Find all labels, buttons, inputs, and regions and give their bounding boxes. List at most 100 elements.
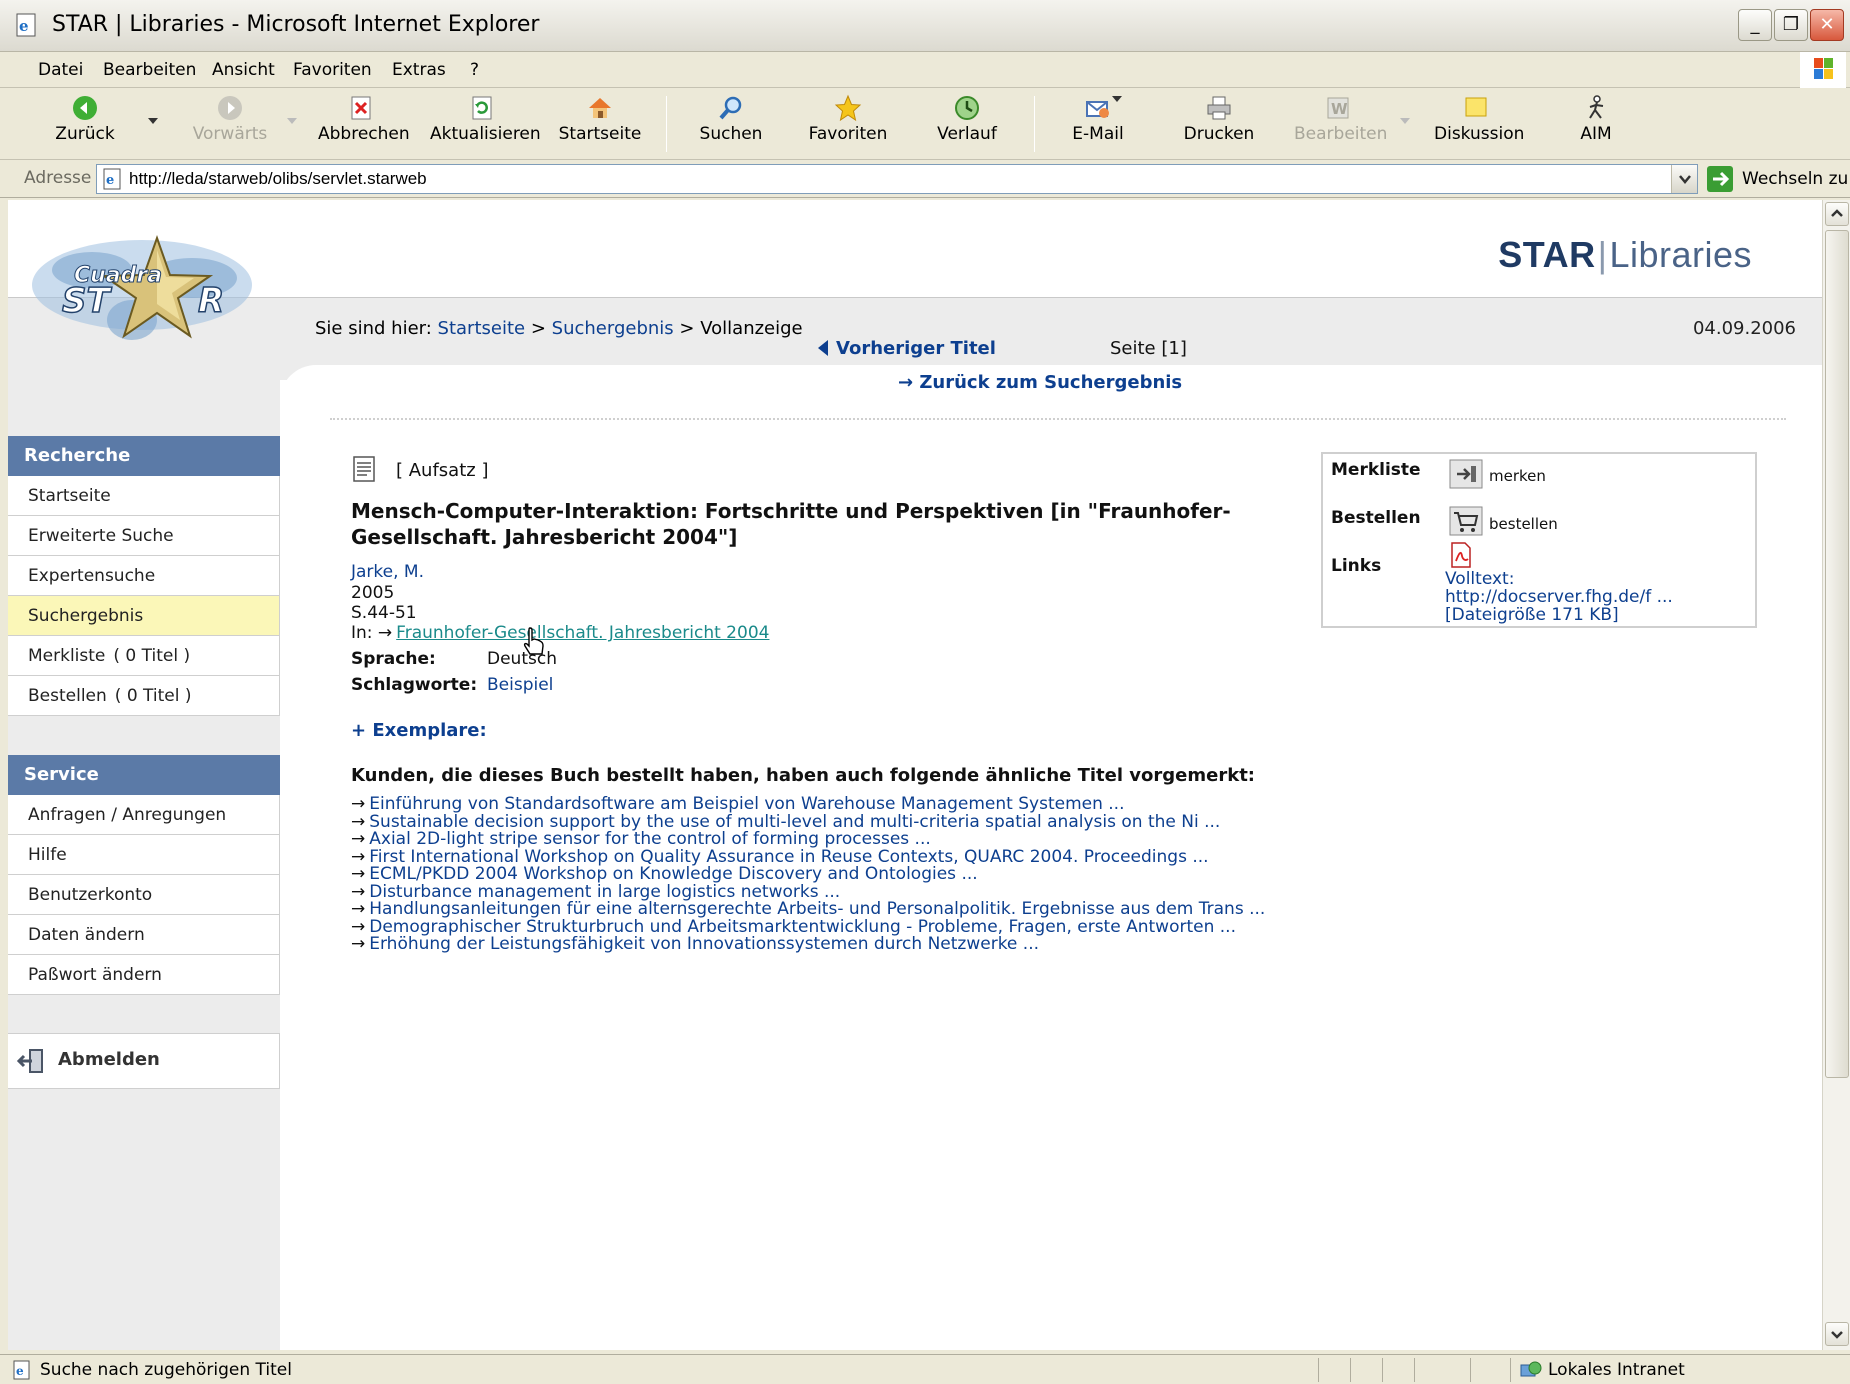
sidebar-item-erweiterte-suche[interactable]: Erweiterte Suche (8, 516, 280, 556)
status-bar: e Suche nach zugehörigen Titel Lokales I… (0, 1354, 1850, 1384)
refresh-button[interactable]: Aktualisieren (430, 94, 541, 154)
chevron-down-icon (1831, 1331, 1843, 1339)
scroll-up-button[interactable] (1825, 202, 1849, 226)
chevron-up-icon (1831, 209, 1843, 217)
sidebar-item-startseite[interactable]: Startseite (8, 476, 280, 516)
printer-icon (1207, 96, 1231, 120)
refresh-icon (472, 96, 492, 120)
ie-page-icon: e (16, 13, 36, 37)
merkliste-label: Merkliste (1331, 460, 1421, 480)
mail-dropdown-arrow[interactable] (1112, 96, 1122, 102)
browser-toolbar: Zurück Vorwärts Abbrechen Aktualisieren … (0, 88, 1850, 160)
status-divider (1414, 1358, 1415, 1382)
status-divider (1382, 1358, 1383, 1382)
discussion-icon (1465, 97, 1487, 117)
logout-button[interactable]: Abmelden (8, 1033, 280, 1089)
record-author-link[interactable]: Jarke, M. (351, 562, 424, 582)
scroll-down-button[interactable] (1825, 1322, 1849, 1346)
page-viewport: Cuadra ST R STAR|Libraries Sie sind hier… (8, 200, 1822, 1350)
vertical-scrollbar[interactable] (1822, 200, 1850, 1350)
record-actions-box: Merkliste merken Bestellen bestellen Lin… (1321, 452, 1757, 628)
menu-favoriten[interactable]: Favoriten (293, 52, 372, 88)
source-title-link[interactable]: Fraunhofer-Gesellschaft. Jahresbericht 2… (396, 623, 769, 643)
record-year: 2005 (351, 583, 395, 603)
bookmark-list-icon[interactable] (1449, 459, 1483, 489)
mail-icon (1086, 101, 1109, 118)
sidebar-item-expertensuche[interactable]: Expertensuche (8, 556, 280, 596)
related-titles-list: → Einführung von Standardsoftware am Beis… (351, 795, 1281, 954)
stop-button[interactable]: Abbrechen (318, 94, 410, 154)
aim-runner-icon (1589, 95, 1604, 119)
sidebar-item-daten-aendern[interactable]: Daten ändern (8, 915, 280, 955)
maximize-button[interactable]: ❐ (1774, 9, 1808, 41)
svg-text:e: e (16, 1364, 24, 1378)
menu-help[interactable]: ? (470, 52, 479, 88)
sidebar-item-bestellen[interactable]: Bestellen( 0 Titel ) (8, 676, 280, 716)
shopping-cart-icon[interactable] (1449, 506, 1483, 536)
aim-button[interactable]: AIM (1576, 94, 1616, 154)
address-bar: Adresse e Wechseln zu (0, 160, 1850, 198)
record-pages: S.44-51 (351, 603, 417, 623)
menu-extras[interactable]: Extras (392, 52, 446, 88)
address-dropdown-button[interactable] (1671, 165, 1697, 193)
cuadra-star-logo: Cuadra ST R (32, 234, 252, 340)
forward-button[interactable]: Vorwärts (186, 94, 274, 154)
sidebar-item-suchergebnis[interactable]: Suchergebnis (8, 596, 280, 636)
sidebar-item-anfragen[interactable]: Anfragen / Anregungen (8, 795, 280, 835)
go-button[interactable]: Wechseln zu (1706, 164, 1848, 194)
pdf-icon[interactable] (1449, 542, 1473, 568)
back-to-results-link[interactable]: → Zurück zum Suchergebnis (898, 372, 1182, 393)
minimize-button[interactable]: _ (1738, 9, 1772, 41)
keyword-link[interactable]: Beispiel (487, 675, 553, 695)
page-indicator: Seite [1] (1110, 338, 1187, 359)
scroll-thumb[interactable] (1825, 230, 1849, 1078)
back-dropdown-arrow[interactable] (148, 118, 158, 124)
address-input[interactable] (129, 167, 1649, 191)
document-icon (353, 456, 375, 482)
svg-text:e: e (19, 17, 29, 35)
svg-text:W: W (1331, 100, 1348, 118)
address-field[interactable]: e (96, 164, 1698, 194)
also-bought-heading: Kunden, die dieses Buch bestellt haben, … (351, 765, 1255, 786)
close-button[interactable]: ✕ (1810, 9, 1844, 41)
list-item[interactable]: → Erhöhung der Leistungsfähigkeit von Inn… (351, 935, 1281, 954)
mail-button[interactable]: E-Mail (1068, 94, 1128, 154)
record-type: [ Aufsatz ] (396, 460, 489, 481)
history-button[interactable]: Verlauf (934, 94, 1000, 154)
print-button[interactable]: Drucken (1182, 94, 1256, 154)
bestellen-link[interactable]: bestellen (1489, 515, 1558, 533)
toolbar-separator (1034, 96, 1035, 152)
menu-ansicht[interactable]: Ansicht (212, 52, 275, 88)
home-icon (589, 98, 611, 118)
sidebar-item-benutzerkonto[interactable]: Benutzerkonto (8, 875, 280, 915)
breadcrumb: Sie sind hier: Startseite > Suchergebnis… (315, 318, 803, 339)
edit-dropdown-arrow (1400, 118, 1410, 124)
status-text: Suche nach zugehörigen Titel (40, 1360, 292, 1380)
favorites-button[interactable]: Favoriten (808, 94, 888, 154)
history-icon (955, 96, 979, 120)
menu-datei[interactable]: Datei (38, 52, 83, 88)
home-button[interactable]: Startseite (558, 94, 642, 154)
discuss-button[interactable]: Diskussion (1434, 94, 1524, 154)
previous-title-link[interactable]: Vorheriger Titel (818, 338, 996, 359)
star-icon (834, 94, 862, 122)
menu-bearbeiten[interactable]: Bearbeiten (103, 52, 196, 88)
sidebar-item-passwort-aendern[interactable]: Paßwort ändern (8, 955, 280, 995)
windows-flag-icon (1814, 58, 1833, 79)
merken-link[interactable]: merken (1489, 467, 1546, 485)
breadcrumb-results-link[interactable]: Suchergebnis (552, 318, 674, 339)
record-keywords: Schlagworte: Beispiel (351, 675, 554, 695)
sidebar-item-hilfe[interactable]: Hilfe (8, 835, 280, 875)
back-arrow-icon (73, 96, 97, 120)
breadcrumb-home-link[interactable]: Startseite (438, 318, 526, 339)
fulltext-link[interactable]: Volltext: http://docserver.fhg.de/f ... … (1445, 570, 1673, 624)
svg-text:e: e (106, 173, 114, 188)
ie-page-icon: e (13, 1360, 30, 1380)
intranet-globe-icon (1520, 1361, 1542, 1377)
search-button[interactable]: Suchen (698, 94, 764, 154)
back-button[interactable]: Zurück (52, 94, 118, 154)
sidebar-item-merkliste[interactable]: Merkliste( 0 Titel ) (8, 636, 280, 676)
search-icon (719, 96, 742, 120)
copies-toggle[interactable]: + Exemplare: (351, 720, 487, 741)
stop-icon (351, 96, 371, 120)
